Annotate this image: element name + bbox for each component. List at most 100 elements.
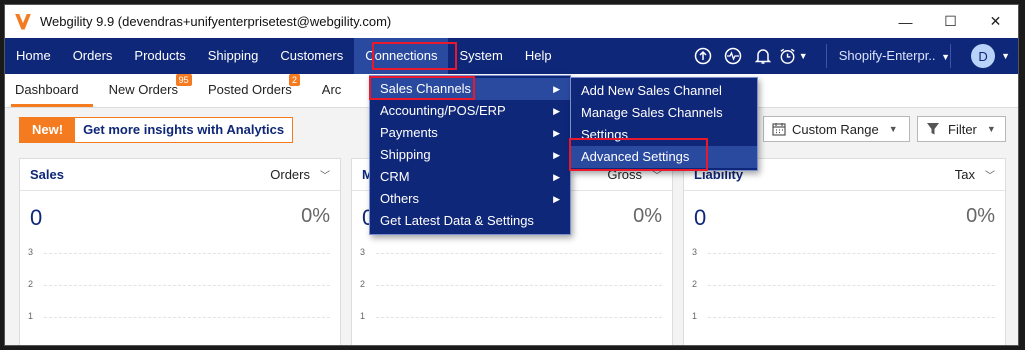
- filter-icon: [927, 123, 939, 135]
- main-nav: Home Orders Products Shipping Customers …: [5, 38, 1018, 74]
- chevron-down-icon: ▼: [941, 52, 951, 62]
- nav-help[interactable]: Help: [514, 38, 563, 74]
- menu-item-label: Accounting/POS/ERP: [380, 103, 506, 118]
- nav-connections[interactable]: Connections: [354, 38, 449, 74]
- avatar[interactable]: D: [971, 44, 996, 68]
- sales-card: Sales Orders ﹀ 0 0% 3 2 1: [19, 158, 341, 345]
- bell-icon[interactable]: [748, 38, 778, 74]
- nav-orders[interactable]: Orders: [62, 38, 124, 74]
- tab-archived[interactable]: Arc: [318, 75, 356, 107]
- y-tick-label: 1: [360, 311, 366, 321]
- grid-line: [44, 317, 330, 318]
- y-tick-label: 2: [28, 279, 34, 289]
- nav-customers[interactable]: Customers: [269, 38, 354, 74]
- y-tick-label: 1: [28, 311, 34, 321]
- grid-line: [708, 317, 995, 318]
- user-menu[interactable]: D ▼: [950, 44, 1018, 68]
- tab-label: Dashboard: [15, 82, 79, 97]
- analytics-promo-button[interactable]: New! Get more insights with Analytics: [19, 117, 294, 143]
- new-badge: New!: [20, 118, 76, 142]
- clock-icon[interactable]: ▼: [778, 38, 808, 74]
- menu-item-label: Get Latest Data & Settings: [380, 213, 534, 228]
- nav-system[interactable]: System: [448, 38, 513, 74]
- grid-line: [376, 317, 662, 318]
- menu-item-add-new-sales-channel[interactable]: Add New Sales Channel: [571, 80, 757, 102]
- filter-button[interactable]: Filter ▼: [917, 116, 1006, 142]
- y-tick-label: 1: [692, 311, 698, 321]
- menu-item-manage-sales-channels[interactable]: Manage Sales Channels: [571, 102, 757, 124]
- date-range-select[interactable]: Custom Range ▼: [763, 116, 910, 142]
- chevron-right-icon: ▶: [553, 194, 560, 204]
- card-body: 0 0% 3 2 1: [20, 191, 340, 345]
- card-percent: 0%: [301, 205, 330, 227]
- chevron-right-icon: ▶: [553, 128, 560, 138]
- menu-item-shipping[interactable]: Shipping ▶: [370, 144, 570, 166]
- card-metric-select[interactable]: Orders: [270, 167, 310, 182]
- tab-dashboard[interactable]: Dashboard: [11, 75, 93, 107]
- window-title: Webgility 9.9 (devendras+unifyenterprise…: [40, 14, 392, 29]
- store-selector[interactable]: Shopify-Enterpr.. ▼: [825, 44, 951, 68]
- grid-line: [376, 285, 662, 286]
- nav-products[interactable]: Products: [123, 38, 196, 74]
- promo-label: Get more insights with Analytics: [83, 122, 285, 137]
- menu-item-settings[interactable]: Settings: [571, 124, 757, 146]
- menu-item-label: Shipping: [380, 147, 431, 162]
- card-value: 0: [694, 205, 707, 230]
- minimize-button[interactable]: —: [883, 5, 928, 38]
- card-header: Sales Orders ﹀: [20, 159, 340, 191]
- menu-item-payments[interactable]: Payments ▶: [370, 122, 570, 144]
- chevron-right-icon: ▶: [553, 150, 560, 160]
- chevron-down-icon[interactable]: ﹀: [985, 167, 995, 182]
- liability-card: Liability Tax ﹀ 0 0% 3 2 1: [683, 158, 1006, 345]
- menu-item-advanced-settings[interactable]: Advanced Settings: [571, 146, 757, 168]
- y-tick-label: 2: [692, 279, 698, 289]
- menu-item-label: Others: [380, 191, 420, 206]
- y-tick-label: 3: [360, 247, 366, 257]
- y-tick-label: 2: [360, 279, 366, 289]
- count-badge: 95: [175, 74, 192, 86]
- chevron-right-icon: ▶: [553, 84, 560, 94]
- grid-line: [376, 253, 662, 254]
- grid-line: [708, 285, 995, 286]
- card-title: Sales: [30, 167, 64, 182]
- chevron-right-icon: ▶: [553, 172, 560, 182]
- menu-item-get-latest-data[interactable]: Get Latest Data & Settings: [370, 210, 570, 232]
- tab-posted-orders[interactable]: Posted Orders 2: [204, 74, 306, 107]
- tab-label: Posted Orders: [207, 82, 292, 97]
- chevron-down-icon: ▼: [798, 51, 808, 61]
- nav-shipping[interactable]: Shipping: [197, 38, 270, 74]
- title-bar: Webgility 9.9 (devendras+unifyenterprise…: [5, 5, 1018, 38]
- chevron-down-icon: ▼: [888, 124, 898, 134]
- card-percent: 0%: [966, 205, 995, 227]
- tab-label: New Orders: [108, 82, 178, 97]
- webgility-logo-icon: [15, 13, 31, 30]
- date-range-label: Custom Range: [792, 121, 879, 137]
- close-button[interactable]: ✕: [973, 5, 1018, 38]
- maximize-button[interactable]: ☐: [928, 5, 973, 38]
- chevron-down-icon[interactable]: ﹀: [320, 167, 330, 182]
- card-value: 0: [30, 205, 43, 230]
- card-percent: 0%: [633, 205, 662, 227]
- tab-new-orders[interactable]: New Orders 95: [105, 74, 192, 107]
- grid-line: [708, 253, 995, 254]
- menu-item-crm[interactable]: CRM ▶: [370, 166, 570, 188]
- y-tick-label: 3: [692, 247, 698, 257]
- count-badge: 2: [288, 74, 300, 86]
- window-controls: — ☐ ✕: [883, 5, 1018, 38]
- menu-item-label: Sales Channels: [380, 81, 472, 96]
- nav-right-tools: ▼ Shopify-Enterpr.. ▼ D ▼: [688, 38, 1018, 74]
- card-body: 0 0% 3 2 1: [684, 191, 1005, 345]
- menu-item-sales-channels[interactable]: Sales Channels ▶: [370, 78, 570, 100]
- activity-icon[interactable]: [718, 38, 748, 74]
- card-metric-select[interactable]: Tax: [955, 167, 975, 182]
- nav-home[interactable]: Home: [5, 38, 62, 74]
- menu-item-accounting[interactable]: Accounting/POS/ERP ▶: [370, 100, 570, 122]
- app-window: Webgility 9.9 (devendras+unifyenterprise…: [4, 4, 1019, 346]
- menu-item-label: Payments: [380, 125, 438, 140]
- tab-label: Arc: [321, 82, 342, 97]
- menu-item-others[interactable]: Others ▶: [370, 188, 570, 210]
- chevron-down-icon: ▼: [1001, 51, 1010, 61]
- upload-icon[interactable]: [688, 38, 718, 74]
- grid-line: [44, 285, 330, 286]
- store-selector-label: Shopify-Enterpr..: [838, 48, 936, 63]
